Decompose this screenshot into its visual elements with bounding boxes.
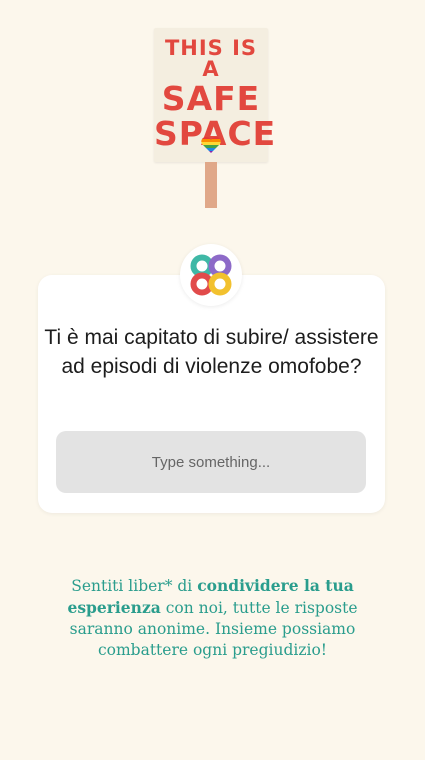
footer-message: Sentiti liber* di condividere la tua esp… — [40, 575, 385, 661]
sign-line-2: SAFE — [161, 79, 261, 118]
safe-space-sign: THIS IS A SAFE SPACE — [154, 28, 275, 162]
question-card: Ti è mai capitato di subire/ assistere a… — [38, 275, 385, 513]
footer-text-part1: Sentiti liber* di — [71, 577, 198, 595]
app-logo-icon — [180, 244, 242, 306]
sign-stick — [205, 162, 217, 208]
sign-line-1: THIS IS A — [164, 36, 258, 81]
rainbow-heart-icon — [201, 137, 221, 153]
question-text: Ti è mai capitato di subire/ assistere a… — [44, 326, 379, 378]
answer-input[interactable] — [56, 431, 366, 493]
